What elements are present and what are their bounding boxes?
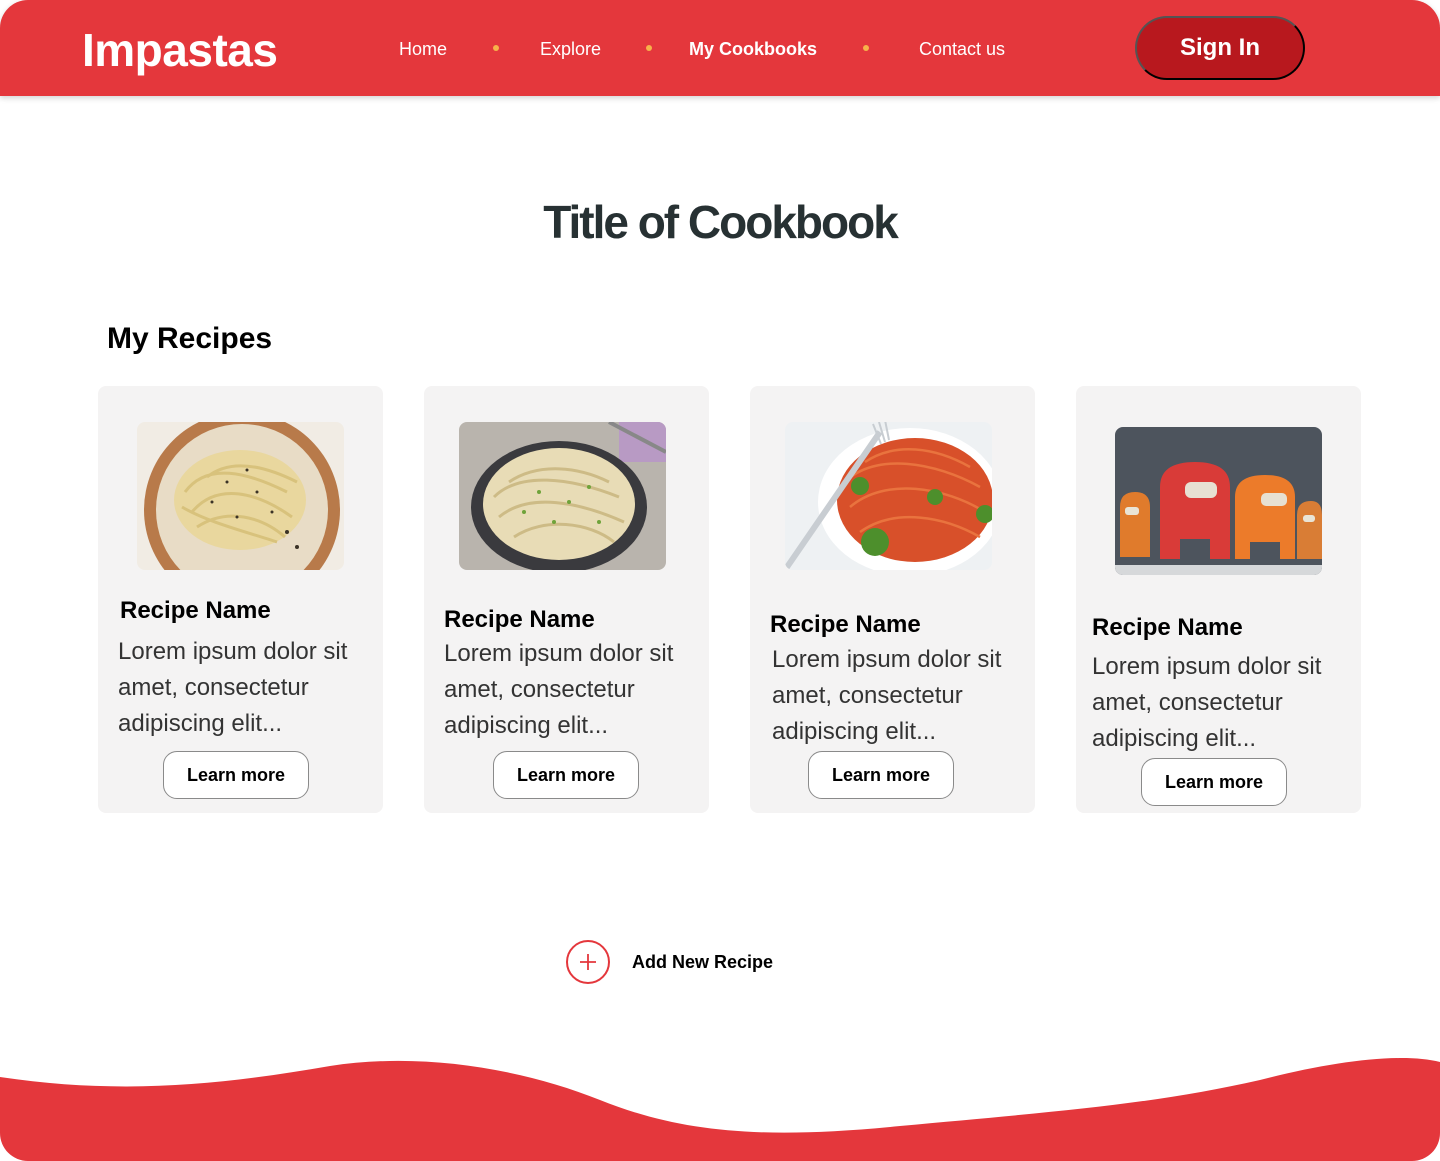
- recipe-description: Lorem ipsum dolor sit amet, consectetur …: [118, 638, 348, 737]
- learn-more-button[interactable]: Learn more: [808, 751, 954, 799]
- logo[interactable]: Impastas: [82, 22, 278, 78]
- recipe-image-fettuccine: [137, 422, 344, 570]
- nav-separator-dot: [646, 45, 652, 51]
- nav-my-cookbooks[interactable]: My Cookbooks: [689, 37, 817, 61]
- nav-home[interactable]: Home: [399, 37, 447, 61]
- plus-circle-icon[interactable]: [566, 940, 610, 984]
- nav-explore[interactable]: Explore: [540, 37, 601, 61]
- my-recipes-heading: My Recipes: [107, 322, 273, 355]
- recipe-name: Recipe Name: [444, 606, 595, 633]
- recipe-name: Recipe Name: [1092, 614, 1243, 641]
- recipe-name: Recipe Name: [120, 597, 271, 624]
- add-new-recipe-label: Add New Recipe: [632, 951, 774, 972]
- recipe-description: Lorem ipsum dolor sit amet, consectetur …: [444, 640, 674, 739]
- footer-wave: [0, 1058, 1440, 1161]
- page: Impastas Home Explore My Cookbooks Conta…: [0, 0, 1440, 1161]
- recipe-card: Recipe Name Lorem ipsum dolor sit amet, …: [424, 386, 709, 813]
- recipe-description: Lorem ipsum dolor sit amet, consectetur …: [772, 646, 1002, 745]
- learn-more-button[interactable]: Learn more: [493, 751, 639, 799]
- recipe-card: Recipe Name Lorem ipsum dolor sit amet, …: [1076, 386, 1361, 813]
- recipe-card: Recipe Name Lorem ipsum dolor sit amet, …: [750, 386, 1035, 813]
- recipe-image-cookies: [1115, 427, 1322, 575]
- sign-in-button[interactable]: Sign In: [1135, 16, 1305, 80]
- nav-contact-us[interactable]: Contact us: [919, 37, 1005, 61]
- cookbook-title: Title of Cookbook: [543, 196, 899, 248]
- nav-separator-dot: [863, 45, 869, 51]
- recipe-image-spaghetti: [785, 422, 992, 570]
- learn-more-button[interactable]: Learn more: [1141, 758, 1287, 806]
- nav-separator-dot: [493, 45, 499, 51]
- recipe-name: Recipe Name: [770, 611, 921, 638]
- learn-more-button[interactable]: Learn more: [163, 751, 309, 799]
- add-new-recipe-button[interactable]: Add New Recipe: [566, 940, 773, 984]
- recipe-image-creamy-pasta: [459, 422, 666, 570]
- recipe-card: Recipe Name Lorem ipsum dolor sit amet, …: [98, 386, 383, 813]
- top-nav-bar: Impastas Home Explore My Cookbooks Conta…: [0, 0, 1440, 96]
- recipe-description: Lorem ipsum dolor sit amet, consectetur …: [1092, 653, 1322, 752]
